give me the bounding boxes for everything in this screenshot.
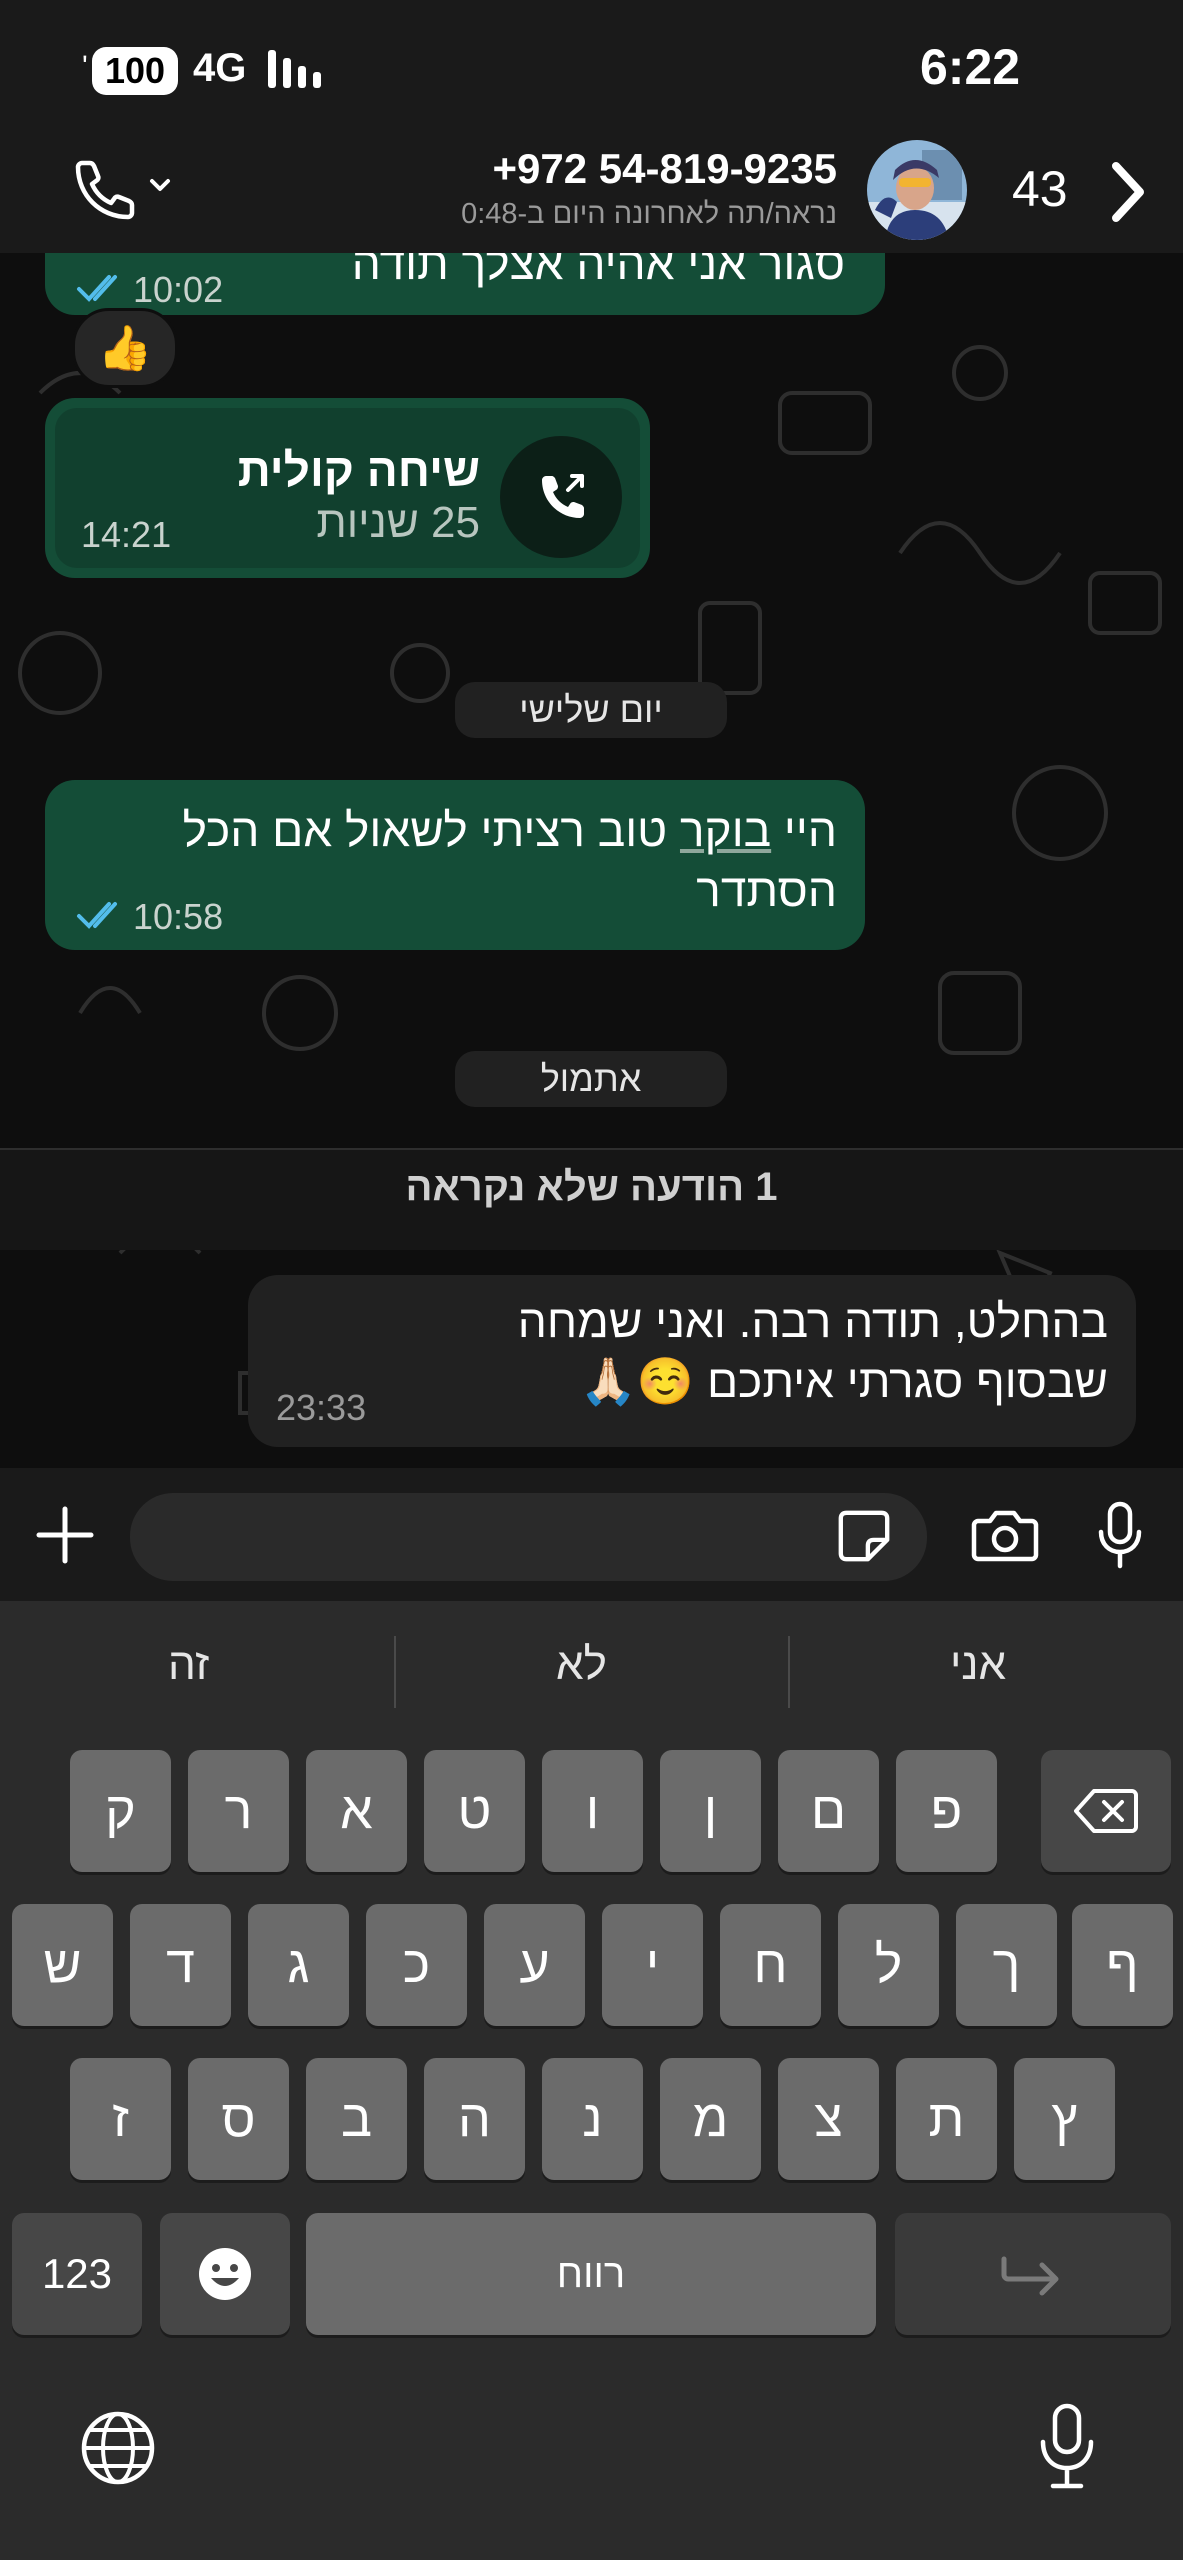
suggestion-divider [788,1636,790,1708]
network-type: 4G [193,46,247,90]
last-seen-status: נראה/תה לאחרונה היום ב-0:48 [461,198,837,230]
call-icon-circle [500,436,622,558]
key[interactable]: ץ [1014,2058,1115,2180]
read-receipt-icon [77,902,117,929]
message-input[interactable] [130,1493,927,1581]
return-icon [1001,2256,1059,2296]
message-time: 23:33 [276,1387,367,1428]
reaction-badge[interactable]: 👍 [72,308,178,388]
message-bubble-incoming[interactable]: בהחלט, תודה רבה. ואני שמחה שבסוף סגרתי א… [248,1275,1136,1447]
space-key[interactable]: רווח [306,2213,876,2335]
key[interactable]: ש [12,1904,113,2026]
key[interactable]: ף [1072,1904,1173,2026]
signal-icon [268,48,321,88]
suggestion-right[interactable]: אני [950,1640,1006,1690]
sticker-icon[interactable] [835,1507,893,1565]
avatar[interactable] [867,140,967,240]
key[interactable]: א [306,1750,407,1872]
emoji-icon [199,2248,251,2300]
key[interactable]: נ [542,2058,643,2180]
key[interactable]: ה [424,2058,525,2180]
key[interactable]: כ [366,1904,467,2026]
emoji-key[interactable] [160,2213,290,2335]
call-title: שיחה קולית [237,444,480,496]
numbers-key[interactable]: 123 [12,2213,142,2335]
phone-icon[interactable] [68,155,178,227]
suggestion-divider [394,1636,396,1708]
key[interactable]: ן [660,1750,761,1872]
camera-icon[interactable] [970,1505,1040,1565]
outgoing-call-icon [542,474,584,518]
call-duration: 25 שניות [316,498,480,547]
message-bubble-outgoing[interactable]: סגור אני אהיה אצלך תודה 10:02 [45,253,885,315]
key[interactable]: ז [70,2058,171,2180]
key[interactable]: פ [896,1750,997,1872]
message-bubble-outgoing[interactable]: היי בוקר טוב רציתי לשאול אם הכל הסתדר 10… [45,780,865,950]
key[interactable]: ר [188,1750,289,1872]
key[interactable]: ב [306,2058,407,2180]
backspace-key[interactable] [1041,1750,1171,1872]
microphone-icon[interactable] [1095,1500,1145,1570]
return-key[interactable] [895,2213,1171,2335]
voice-call-bubble[interactable]: שיחה קולית 25 שניות 14:21 [45,398,650,578]
unread-count-badge[interactable]: 43 [1012,160,1068,218]
dictation-icon[interactable] [1037,2402,1097,2492]
plus-icon[interactable] [35,1505,95,1565]
chevron-right-icon[interactable] [1108,160,1148,224]
suggestion-left[interactable]: זה [168,1640,209,1690]
spellcheck-underlined-word[interactable]: בוקר [680,804,771,856]
key[interactable]: ק [70,1750,171,1872]
key[interactable]: ם [778,1750,879,1872]
key[interactable]: ג [248,1904,349,2026]
key[interactable]: צ [778,2058,879,2180]
backspace-icon [1074,1789,1138,1833]
key[interactable]: ך [956,1904,1057,2026]
message-time: 14:21 [81,514,172,555]
chat-area[interactable]: סגור אני אהיה אצלך תודה 10:02 👍 שיחה קול… [0,253,1183,1468]
unread-banner-text: 1 הודעה שלא נקראה [405,1165,778,1209]
date-separator: יום שלישי [455,682,727,738]
key[interactable]: ת [896,2058,997,2180]
key[interactable]: מ [660,2058,761,2180]
key[interactable]: ע [484,1904,585,2026]
key[interactable]: ו [542,1750,643,1872]
key[interactable]: ח [720,1904,821,2026]
key[interactable]: ד [130,1904,231,2026]
chevron-down-icon [150,179,170,191]
key[interactable]: ט [424,1750,525,1872]
message-text: סגור אני אהיה אצלך תודה [351,253,845,289]
key[interactable]: ס [188,2058,289,2180]
message-time: 10:58 [133,896,224,937]
status-time: 6:22 [920,39,1021,95]
globe-icon[interactable] [78,2408,158,2488]
date-separator: אתמול [455,1051,727,1107]
key[interactable]: י [602,1904,703,2026]
message-time: 10:02 [133,269,224,310]
contact-name[interactable]: +972 54-819-9235 [493,145,837,193]
battery-indicator: 100 [92,47,178,95]
message-text: בהחלט, תודה רבה. ואני שמחה שבסוף סגרתי א… [517,1295,1108,1407]
charging-icon: ʹ [82,50,88,83]
read-receipt-icon [77,275,117,302]
suggestion-center[interactable]: לא [556,1640,607,1690]
key[interactable]: ל [838,1904,939,2026]
